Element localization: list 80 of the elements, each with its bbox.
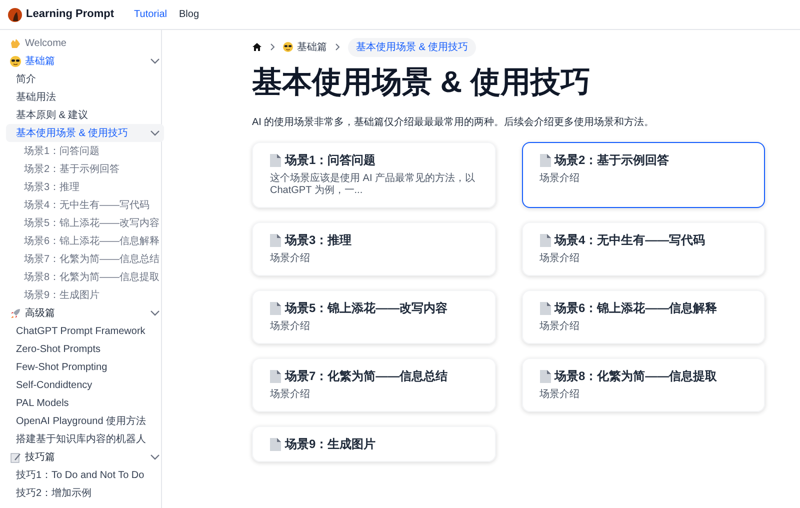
intro-text: AI 的使用场景非常多，基础篇仅介绍最最最常用的两种。后续会介绍更多使用场景和方法。 [252, 116, 656, 130]
document-icon [540, 234, 550, 246]
sidebar-item[interactable]: 场景7：化繁为简——信息总结 [6, 250, 164, 268]
document-icon [540, 154, 550, 166]
sidebar-item[interactable]: 简介 [6, 70, 164, 88]
sidebar-item[interactable]: 基础篇 [6, 52, 164, 70]
card-title: 场景7：化繁为简——信息总结 [285, 369, 448, 383]
chevron-down-icon[interactable] [150, 454, 160, 460]
sidebar-item[interactable]: 技巧篇 [6, 448, 164, 466]
sidebar-item[interactable]: 场景4：无中生有——写代码 [6, 196, 164, 214]
document-icon [270, 234, 281, 246]
sidebar-item[interactable]: 技巧2：增加示例 [6, 484, 164, 502]
sunglasses-face-icon [10, 56, 21, 66]
card-description: 场景介绍 [540, 173, 580, 185]
sidebar-item[interactable]: 搭建基于知识库内容的机器人 [6, 430, 164, 448]
sidebar-item[interactable]: 基本原则 & 建议 [6, 106, 164, 124]
scenario-card[interactable]: 场景2：基于示例回答 场景介绍 [522, 142, 765, 208]
sidebar-item[interactable]: 高级篇 [6, 304, 164, 322]
sidebar-item[interactable]: 场景5：锦上添花——改写内容 [6, 214, 164, 232]
sidebar-item[interactable]: 基本使用场景 & 使用技巧 [6, 124, 164, 142]
card-title: 场景5：锦上添花——改写内容 [285, 301, 448, 315]
nav-link[interactable]: Blog [179, 7, 200, 22]
sidebar-item[interactable]: Few-Shot Prompting [6, 358, 164, 376]
document-icon [540, 370, 550, 382]
rocket-icon [10, 308, 21, 318]
sidebar-item[interactable]: 场景8：化繁为简——信息提取 [6, 268, 164, 286]
breadcrumb-current: 基本使用场景 & 使用技巧 [348, 38, 476, 56]
card-title: 场景1：问答问题 [285, 153, 376, 167]
nav-link[interactable]: Tutorial [134, 7, 167, 22]
card-description: 场景介绍 [540, 253, 580, 265]
document-icon [540, 302, 550, 314]
scenario-card[interactable]: 场景7：化繁为简——信息总结 场景介绍 [252, 358, 496, 412]
scenario-card[interactable]: 场景9：生成图片 [252, 426, 496, 462]
sidebar-item[interactable]: 场景1：问答问题 [6, 142, 164, 160]
card-description: 场景介绍 [270, 389, 311, 401]
card-title: 场景6：锦上添花——信息解释 [554, 301, 718, 315]
card-description: 场景介绍 [270, 253, 311, 265]
sidebar-item[interactable]: 场景6：锦上添花——信息解释 [6, 232, 164, 250]
chevron-down-icon[interactable] [150, 130, 160, 136]
card-title: 场景2：基于示例回答 [554, 153, 670, 167]
sidebar-item[interactable]: Self-Condidtency [6, 376, 164, 394]
chevron-down-icon[interactable] [150, 58, 160, 64]
card-title: 场景8：化繁为简——信息提取 [554, 369, 718, 383]
document-icon [270, 302, 281, 314]
sidebar-item[interactable]: Zero-Shot Prompts [6, 340, 164, 358]
card-title: 场景3：推理 [285, 233, 352, 247]
sidebar-item[interactable]: ChatGPT Prompt Framework [6, 322, 164, 340]
chevron-right-icon [335, 43, 340, 51]
sidebar-item[interactable]: 场景3：推理 [6, 178, 164, 196]
sidebar-item[interactable]: 场景9：生成图片 [6, 286, 164, 304]
chevron-down-icon[interactable] [150, 310, 160, 316]
chevron-right-icon [270, 43, 275, 51]
sidebar-item[interactable]: 基础用法 [6, 88, 164, 106]
scenario-card[interactable]: 场景5：锦上添花——改写内容 场景介绍 [252, 290, 496, 344]
memo-icon [10, 452, 21, 462]
card-title: 场景9：生成图片 [285, 437, 376, 451]
card-description: 场景介绍 [270, 321, 311, 333]
sidebar-item[interactable]: PAL Models [6, 394, 164, 412]
sidebar-item[interactable]: 技巧1：To Do and Not To Do [6, 466, 164, 484]
page-title: 基本使用场景 & 使用技巧 [252, 65, 592, 101]
card-title: 场景4：无中生有——写代码 [554, 233, 706, 247]
sunglasses-face-icon [283, 42, 293, 52]
site-title[interactable]: Learning Prompt [26, 6, 114, 23]
scenario-card[interactable]: 场景3：推理 场景介绍 [252, 222, 496, 276]
scenario-card[interactable]: 场景6：锦上添花——信息解释 场景介绍 [522, 290, 765, 344]
card-description: 场景介绍 [540, 321, 580, 333]
sidebar-item[interactable]: 场景2：基于示例回答 [6, 160, 164, 178]
sidebar-item[interactable]: OpenAI Playground 使用方法 [6, 412, 164, 430]
breadcrumb-link[interactable]: 基础篇 [283, 40, 327, 54]
scenario-card[interactable]: 场景1：问答问题 这个场景应该是使用 AI 产品最常见的方法，以 ChatGPT 为例，一... [252, 142, 496, 208]
card-description: 这个场景应该是使用 AI 产品最常见的方法，以 ChatGPT 为例，一... [270, 173, 476, 197]
document-icon [270, 370, 281, 382]
scenario-card[interactable]: 场景8：化繁为简——信息提取 场景介绍 [522, 358, 765, 412]
scenario-card[interactable]: 场景4：无中生有——写代码 场景介绍 [522, 222, 765, 276]
sidebar-item[interactable]: Welcome [6, 34, 164, 52]
home-icon[interactable] [252, 42, 262, 52]
document-icon [270, 438, 281, 450]
card-description: 场景介绍 [540, 389, 580, 401]
document-icon [270, 154, 281, 166]
logo-icon [8, 8, 22, 22]
